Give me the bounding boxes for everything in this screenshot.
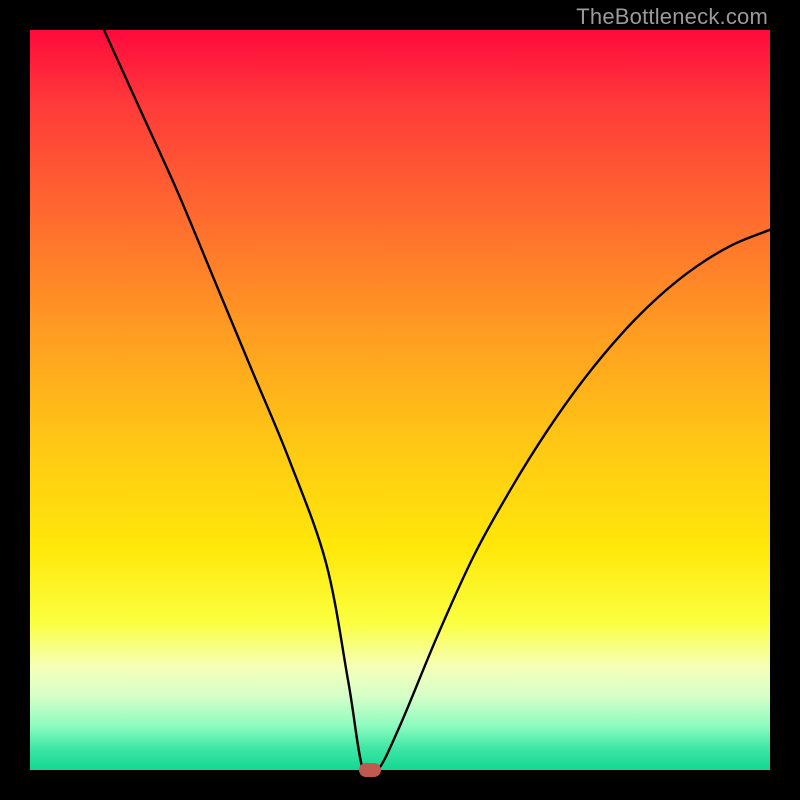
watermark-text: TheBottleneck.com (576, 4, 768, 30)
chart-frame: TheBottleneck.com (0, 0, 800, 800)
bottleneck-curve (30, 30, 770, 770)
curve-path (104, 30, 770, 770)
plot-area (30, 30, 770, 770)
optimal-marker (359, 763, 381, 777)
